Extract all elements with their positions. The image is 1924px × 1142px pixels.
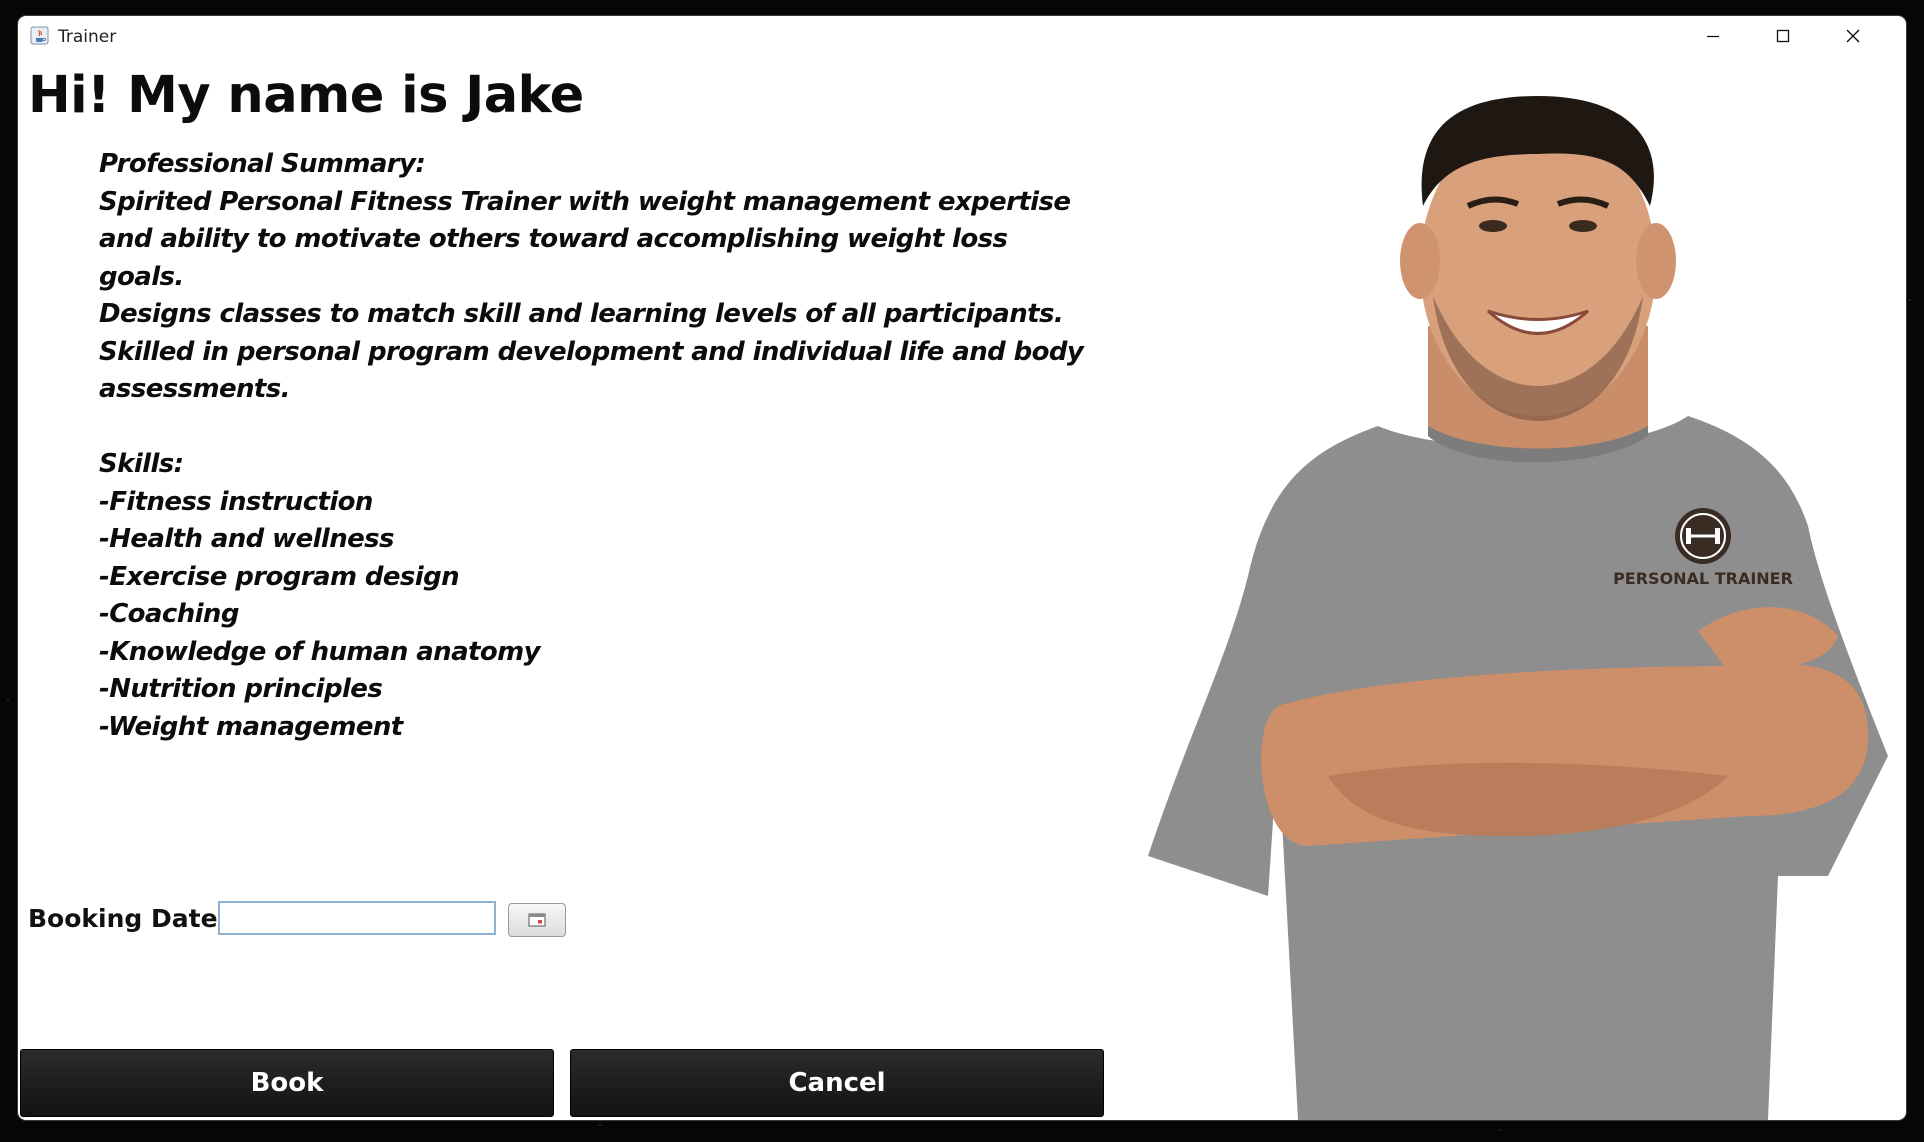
trainer-bio: Professional Summary: Spirited Personal … bbox=[99, 149, 1084, 742]
date-picker-button[interactable] bbox=[508, 903, 566, 937]
book-button-label: Book bbox=[250, 1068, 324, 1098]
cancel-button-label: Cancel bbox=[788, 1068, 886, 1098]
shirt-print-text: PERSONAL TRAINER bbox=[1613, 569, 1793, 588]
calendar-icon bbox=[528, 913, 546, 927]
booking-date-label: Booking Date: bbox=[28, 904, 228, 933]
maximize-icon bbox=[1776, 29, 1790, 43]
trainer-photo: PERSONAL TRAINER bbox=[1148, 96, 1888, 1120]
trainer-window: Trainer Hi! My name is Jake Professional… bbox=[18, 16, 1906, 1120]
close-icon bbox=[1846, 29, 1860, 43]
minimize-button[interactable] bbox=[1678, 16, 1748, 56]
minimize-icon bbox=[1707, 35, 1719, 38]
trainer-greeting: Hi! My name is Jake bbox=[28, 66, 584, 125]
window-title: Trainer bbox=[58, 27, 117, 47]
cancel-button[interactable]: Cancel bbox=[570, 1049, 1104, 1117]
book-button[interactable]: Book bbox=[20, 1049, 554, 1117]
booking-date-input[interactable] bbox=[218, 901, 496, 935]
title-bar[interactable]: Trainer bbox=[18, 16, 1906, 56]
java-app-icon bbox=[30, 26, 49, 45]
close-button[interactable] bbox=[1818, 16, 1888, 56]
maximize-button[interactable] bbox=[1748, 16, 1818, 56]
